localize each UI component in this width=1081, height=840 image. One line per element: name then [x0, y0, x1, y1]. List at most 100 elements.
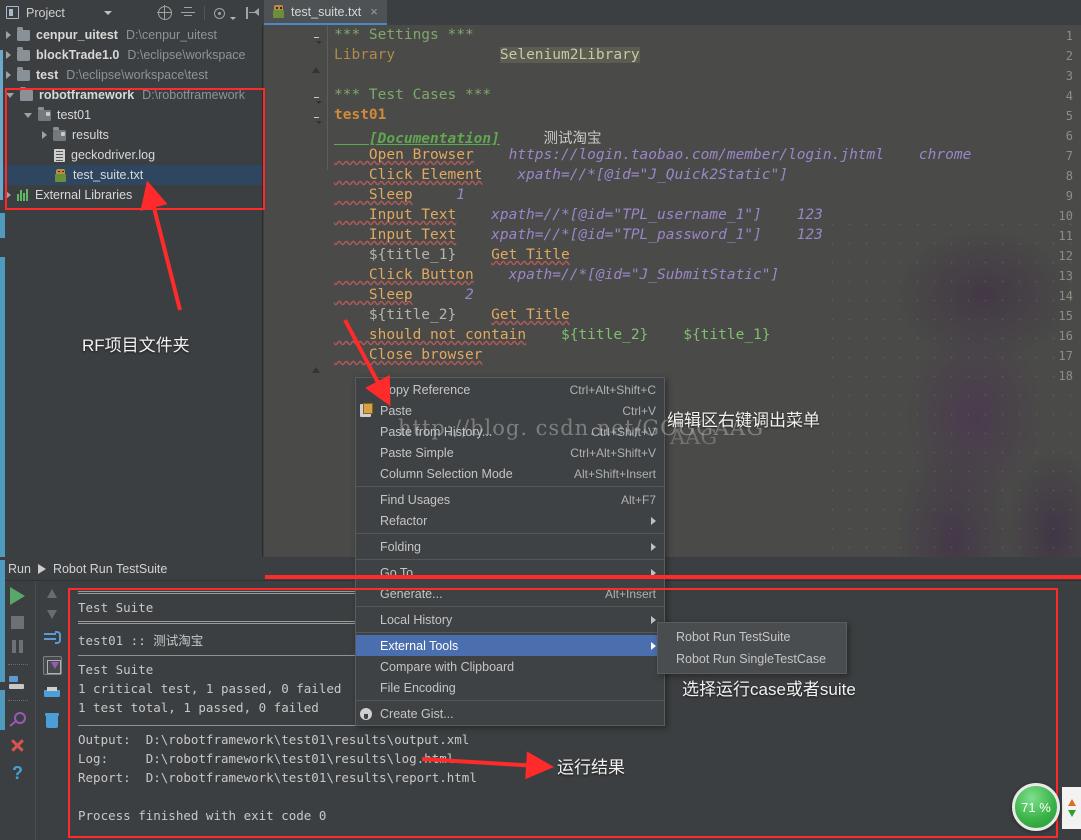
chevron-down-icon[interactable] [103, 10, 112, 15]
pause-icon[interactable] [11, 640, 24, 653]
menu-item-local-history[interactable]: Local History [356, 609, 664, 630]
code-token: Sleep [334, 287, 413, 303]
settings-gear-icon[interactable] [214, 7, 225, 19]
code-line[interactable]: test01 [334, 107, 386, 123]
fold-collapse-icon[interactable] [312, 53, 324, 73]
collapse-all-icon[interactable] [181, 6, 195, 20]
chevron-right-icon[interactable] [6, 31, 11, 39]
rerun-icon[interactable] [9, 676, 26, 689]
menu-item-generate[interactable]: Generate... Alt+Insert [356, 583, 664, 604]
fold-collapse-icon[interactable] [312, 353, 324, 373]
code-line[interactable]: [Documentation] 测试淘宝 [334, 127, 602, 148]
code-line[interactable]: Input Text xpath=//*[@id="TPL_password_1… [334, 227, 823, 243]
console-line: Process finished with exit code 0 [78, 808, 327, 823]
code-line[interactable]: Click Button xpath=//*[@id="J_SubmitStat… [334, 267, 779, 283]
panel-edge-marker [0, 560, 5, 682]
ide-window: Project test_suite.txt × cenpur_uitest D… [0, 0, 1081, 840]
tree-item-blocktrade1-0[interactable]: blockTrade1.0 D:\eclipse\workspace [0, 45, 262, 65]
locate-target-icon[interactable] [157, 4, 172, 20]
arrow-up-icon[interactable] [1067, 799, 1076, 806]
chevron-down-icon[interactable] [230, 17, 236, 20]
menu-item-compare-with-clipboard[interactable]: Compare with Clipboard [356, 656, 664, 677]
scroll-down-icon[interactable] [47, 610, 57, 619]
menu-item-paste-simple[interactable]: Paste Simple Ctrl+Alt+Shift+V [356, 442, 664, 463]
chevron-right-icon[interactable] [42, 131, 47, 139]
code-line[interactable]: Close browser [334, 347, 483, 363]
code-token: Input Text [334, 227, 457, 243]
chevron-down-icon[interactable] [6, 92, 14, 98]
stop-icon[interactable] [11, 616, 24, 629]
line-number: 7 [1065, 149, 1073, 163]
libraries-icon [17, 189, 29, 201]
chevron-right-icon[interactable] [6, 71, 11, 79]
tree-item-cenpur-uitest[interactable]: cenpur_uitest D:\cenpur_uitest [0, 25, 262, 45]
background-portrait-image [824, 215, 1081, 557]
code-token: Click Element [334, 167, 483, 183]
tree-item-test01[interactable]: test01 [0, 105, 262, 125]
pin-icon[interactable] [10, 712, 26, 727]
run-configuration-name[interactable]: Robot Run TestSuite [53, 562, 167, 576]
print-icon[interactable] [44, 687, 60, 701]
tree-item-test[interactable]: test D:\eclipse\workspace\test [0, 65, 262, 85]
tree-item-robotframework[interactable]: robotframework D:\robotframework [0, 85, 262, 105]
chevron-right-icon[interactable] [6, 51, 11, 59]
tree-item-test-suite-txt[interactable]: test_suite.txt [0, 165, 262, 185]
menu-item-go-to[interactable]: Go To [356, 562, 664, 583]
tree-item-geckodriver-log[interactable]: geckodriver.log [0, 145, 262, 165]
tree-scrollbar[interactable] [0, 50, 3, 200]
close-icon[interactable]: × [370, 5, 378, 18]
progress-indicator[interactable]: 71 % [1012, 783, 1060, 831]
chevron-right-icon [651, 516, 656, 525]
code-line[interactable]: *** Settings *** [334, 27, 474, 43]
top-bar: Project test_suite.txt × [0, 0, 1081, 25]
code-line[interactable]: Library Selenium2Library [334, 47, 640, 63]
submenu-item-robot-run-testsuite[interactable]: Robot Run TestSuite [658, 626, 846, 648]
tree-item-label: test_suite.txt [73, 168, 144, 182]
code-token: Click Button [334, 267, 474, 283]
code-line[interactable]: ${title_1} Get Title [334, 247, 570, 263]
code-line[interactable]: Sleep 2 [334, 287, 474, 303]
help-icon[interactable]: ? [12, 764, 23, 782]
code-token: ${title_1} [683, 327, 771, 343]
arrow-down-icon[interactable] [1067, 810, 1076, 817]
tree-item-results[interactable]: results [0, 125, 262, 145]
code-line[interactable]: Open Browser https://login.taobao.com/me… [334, 147, 971, 163]
menu-item-copy-reference[interactable]: Copy Reference Ctrl+Alt+Shift+C [356, 379, 664, 400]
code-line[interactable]: Click Element xpath=//*[@id="J_Quick2Sta… [334, 167, 788, 183]
menu-item-folding[interactable]: Folding [356, 536, 664, 557]
navigation-arrows[interactable] [1062, 787, 1081, 829]
hide-panel-icon[interactable] [245, 6, 259, 20]
chevron-down-icon[interactable] [24, 112, 32, 118]
scroll-up-icon[interactable] [47, 589, 57, 598]
menu-item-refactor[interactable]: Refactor [356, 510, 664, 531]
tab-test-suite-txt[interactable]: test_suite.txt × [264, 0, 387, 25]
menu-item-create-gist[interactable]: Create Gist... [356, 703, 664, 724]
chevron-right-icon[interactable] [6, 191, 11, 199]
submenu-item-robot-run-singletestcase[interactable]: Robot Run SingleTestCase [658, 648, 846, 670]
run-tab-label[interactable]: Run [8, 562, 31, 576]
code-line[interactable]: Input Text xpath=//*[@id="TPL_username_1… [334, 207, 823, 223]
external-tools-submenu[interactable]: Robot Run TestSuite Robot Run SingleTestC… [657, 622, 847, 674]
run-icon[interactable] [10, 587, 25, 605]
close-icon[interactable] [10, 738, 25, 753]
code-line[interactable]: *** Test Cases *** [334, 87, 491, 103]
menu-item-find-usages[interactable]: Find Usages Alt+F7 [356, 489, 664, 510]
project-tree[interactable]: cenpur_uitest D:\cenpur_uitest blockTrade1… [0, 25, 263, 557]
code-line[interactable]: ${title_2} Get Title [334, 307, 570, 323]
menu-item-column-selection-mode[interactable]: Column Selection Mode Alt+Shift+Insert [356, 463, 664, 484]
tree-item-external-libraries[interactable]: External Libraries [0, 185, 262, 205]
menu-item-external-tools[interactable]: External Tools [356, 635, 664, 656]
fold-marker-icon[interactable] [312, 93, 324, 103]
code-line[interactable]: should not contain ${title_2} ${title_1} [334, 327, 771, 343]
fold-marker-icon[interactable] [312, 113, 324, 123]
clear-all-icon[interactable] [45, 713, 59, 728]
soft-wrap-icon[interactable] [43, 631, 61, 644]
code-line[interactable]: Sleep 1 [334, 187, 465, 203]
menu-item-file-encoding[interactable]: File Encoding [356, 677, 664, 698]
tree-item-label: robotframework [39, 88, 135, 102]
fold-marker-icon[interactable] [312, 33, 324, 43]
console-spacer [78, 789, 1081, 808]
scroll-to-end-icon[interactable] [42, 656, 62, 675]
